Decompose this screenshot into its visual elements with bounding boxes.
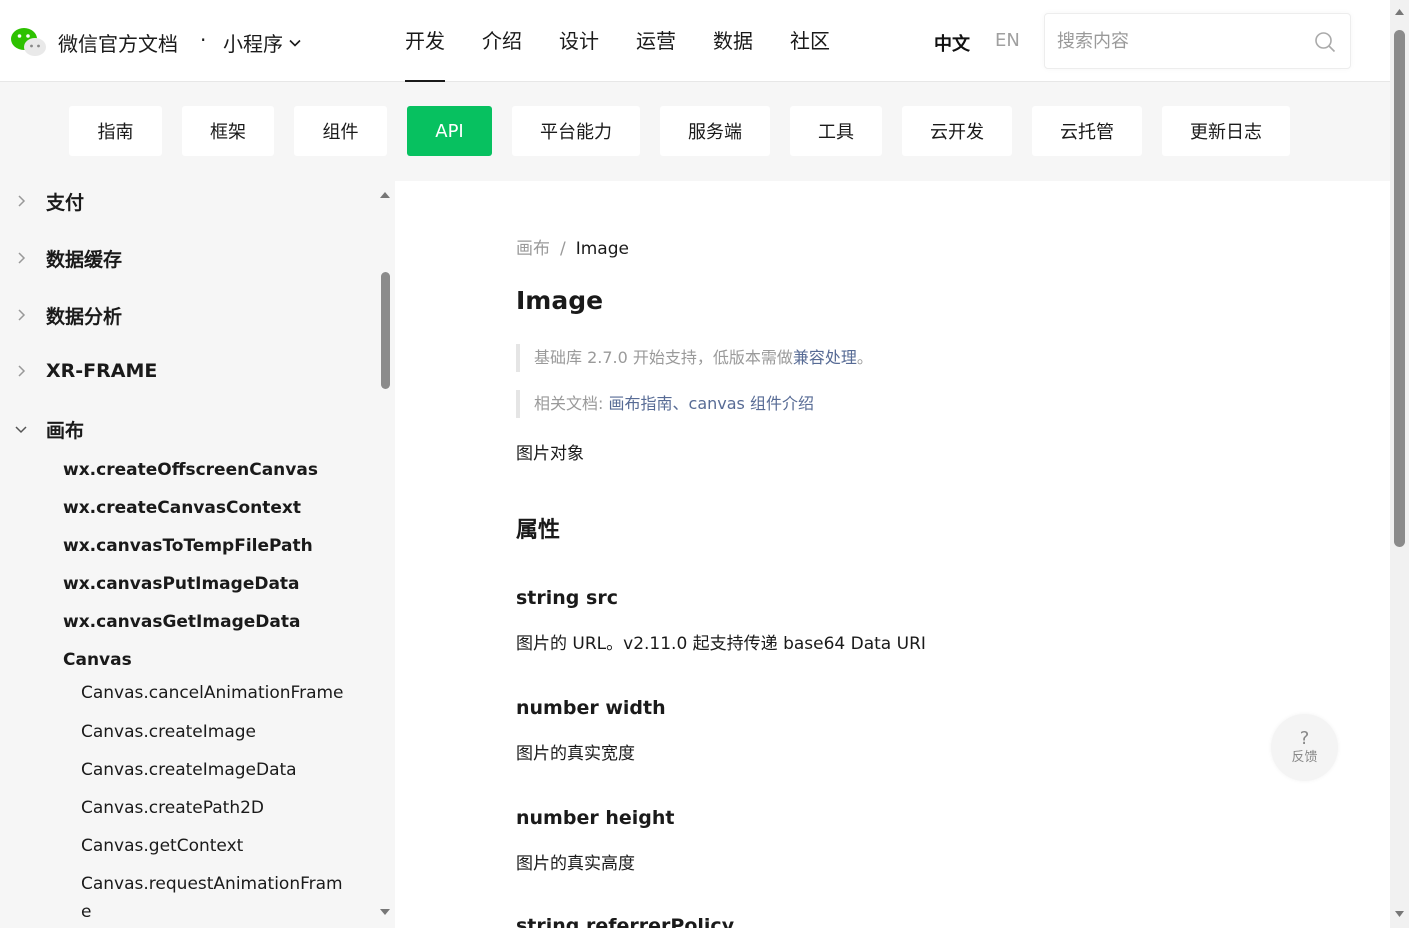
prop-name: string src bbox=[516, 587, 618, 609]
description: 图片对象 bbox=[516, 444, 584, 464]
subnav-guide[interactable]: 指南 bbox=[69, 106, 162, 156]
lang-zh-link[interactable]: 中文 bbox=[934, 30, 970, 56]
related-docs-sep: 、 bbox=[672, 394, 689, 413]
sidebar: 支付 数据缓存 数据分析 XR-FRAME 画布 wx.createOffscr… bbox=[0, 181, 395, 928]
top-nav-item-design[interactable]: 设计 bbox=[559, 0, 599, 82]
scroll-up-icon[interactable] bbox=[1394, 8, 1405, 16]
sidebar-scroll-up-icon[interactable] bbox=[379, 191, 391, 199]
search-box bbox=[1044, 13, 1351, 69]
scroll-down-icon[interactable] bbox=[1394, 910, 1405, 918]
sidebar-leaf[interactable]: Canvas.createImage bbox=[81, 718, 341, 746]
brand-dot: · bbox=[200, 28, 207, 52]
help-icon: ? bbox=[1299, 727, 1310, 749]
page-title: Image bbox=[516, 286, 604, 315]
sidebar-item-label: 数据缓存 bbox=[46, 248, 123, 271]
search-input[interactable] bbox=[1057, 14, 1307, 68]
sidebar-scroll-down-icon[interactable] bbox=[379, 908, 391, 916]
sidebar-leaf[interactable]: Canvas.createPath2D bbox=[81, 794, 341, 822]
prop-desc: 图片的真实高度 bbox=[516, 854, 635, 874]
chevron-down-icon bbox=[289, 39, 301, 47]
related-docs-note: 相关文档: 画布指南、canvas 组件介绍 bbox=[516, 390, 814, 418]
subnav-framework[interactable]: 框架 bbox=[182, 106, 274, 156]
sidebar-subitem[interactable]: wx.canvasToTempFilePath bbox=[63, 536, 313, 556]
subnav-changelog[interactable]: 更新日志 bbox=[1162, 106, 1290, 156]
sidebar-item-label: 数据分析 bbox=[46, 305, 123, 328]
sidebar-subitem[interactable]: wx.canvasPutImageData bbox=[63, 574, 300, 594]
sidebar-subitem[interactable]: wx.createCanvasContext bbox=[63, 498, 301, 518]
page-scrollbar-thumb[interactable] bbox=[1394, 30, 1405, 547]
top-header: 微信官方文档 · 小程序 开发 介绍 设计 运营 数据 社区 中文 EN bbox=[0, 0, 1390, 82]
sidebar-scrollbar-thumb[interactable] bbox=[381, 272, 390, 389]
sidebar-leaf-wrap[interactable]: e bbox=[81, 898, 341, 926]
subnav-tools[interactable]: 工具 bbox=[790, 106, 882, 156]
page-scrollbar[interactable] bbox=[1390, 0, 1409, 928]
sidebar-leaf[interactable]: Canvas.requestAnimationFram bbox=[81, 870, 343, 898]
chevron-right-icon bbox=[18, 365, 26, 377]
subnav-platform[interactable]: 平台能力 bbox=[512, 106, 640, 156]
feedback-button[interactable]: ? 反馈 bbox=[1271, 714, 1338, 781]
subnav-cloud-hosting[interactable]: 云托管 bbox=[1032, 106, 1142, 156]
prop-name: string referrerPolicy bbox=[516, 915, 735, 928]
prop-desc: 图片的 URL。v2.11.0 起支持传递 base64 Data URI bbox=[516, 634, 926, 654]
top-nav-item-dev[interactable]: 开发 bbox=[405, 0, 445, 82]
sidebar-item-label: 画布 bbox=[46, 419, 85, 442]
product-switcher[interactable]: 小程序 bbox=[223, 28, 303, 57]
chevron-right-icon bbox=[18, 195, 26, 207]
breadcrumb-parent[interactable]: 画布 bbox=[516, 239, 550, 259]
prop-name: number width bbox=[516, 697, 666, 719]
sidebar-subitem[interactable]: wx.createOffscreenCanvas bbox=[63, 460, 318, 480]
version-note: 基础库 2.7.0 开始支持，低版本需做兼容处理。 bbox=[516, 344, 873, 372]
main-content: 画布 / Image Image 基础库 2.7.0 开始支持，低版本需做兼容处理。… bbox=[395, 181, 1390, 928]
sidebar-item-label: XR-FRAME bbox=[46, 360, 158, 382]
chevron-down-icon bbox=[15, 426, 27, 434]
breadcrumb-separator: / bbox=[560, 239, 566, 259]
sub-nav: 指南 框架 组件 API 平台能力 服务端 工具 云开发 云托管 更新日志 bbox=[0, 82, 1390, 181]
search-icon[interactable] bbox=[1314, 31, 1336, 53]
subnav-server[interactable]: 服务端 bbox=[660, 106, 770, 156]
lang-en-link[interactable]: EN bbox=[995, 30, 1020, 51]
compat-link[interactable]: 兼容处理 bbox=[793, 348, 857, 367]
sidebar-leaf[interactable]: Canvas.createImageData bbox=[81, 756, 341, 784]
sidebar-subitem[interactable]: wx.canvasGetImageData bbox=[63, 612, 300, 632]
subnav-api[interactable]: API bbox=[407, 106, 492, 156]
top-nav-item-data[interactable]: 数据 bbox=[713, 0, 753, 82]
canvas-guide-link[interactable]: 画布指南 bbox=[608, 394, 672, 413]
subnav-cloud-dev[interactable]: 云开发 bbox=[902, 106, 1012, 156]
prop-name: number height bbox=[516, 807, 675, 829]
breadcrumb: 画布 / Image bbox=[516, 234, 629, 259]
top-nav-item-intro[interactable]: 介绍 bbox=[482, 0, 522, 82]
top-nav-item-operation[interactable]: 运营 bbox=[636, 0, 676, 82]
top-nav-item-community[interactable]: 社区 bbox=[790, 0, 830, 82]
brand-title[interactable]: 微信官方文档 bbox=[58, 28, 178, 57]
canvas-component-link[interactable]: canvas 组件介绍 bbox=[689, 394, 814, 413]
version-note-end: 。 bbox=[856, 348, 873, 367]
sidebar-leaf[interactable]: Canvas.getContext bbox=[81, 832, 341, 860]
subnav-components[interactable]: 组件 bbox=[294, 106, 387, 156]
chevron-right-icon bbox=[18, 252, 26, 264]
sidebar-leaf[interactable]: Canvas.cancelAnimationFrame bbox=[81, 679, 344, 707]
wechat-logo-icon[interactable] bbox=[10, 26, 48, 58]
top-nav: 开发 介绍 设计 运营 数据 社区 bbox=[405, 0, 867, 82]
section-heading-properties: 属性 bbox=[516, 518, 561, 543]
prop-desc: 图片的真实宽度 bbox=[516, 744, 635, 764]
product-switcher-label: 小程序 bbox=[223, 32, 283, 56]
breadcrumb-current: Image bbox=[575, 239, 629, 259]
version-note-text: 基础库 2.7.0 开始支持，低版本需做 bbox=[534, 348, 793, 367]
feedback-label: 反馈 bbox=[1291, 749, 1318, 765]
chevron-right-icon bbox=[18, 309, 26, 321]
sidebar-item-label: 支付 bbox=[46, 191, 85, 214]
sidebar-subitem-canvas[interactable]: Canvas bbox=[63, 650, 132, 670]
related-docs-label: 相关文档: bbox=[534, 394, 609, 413]
